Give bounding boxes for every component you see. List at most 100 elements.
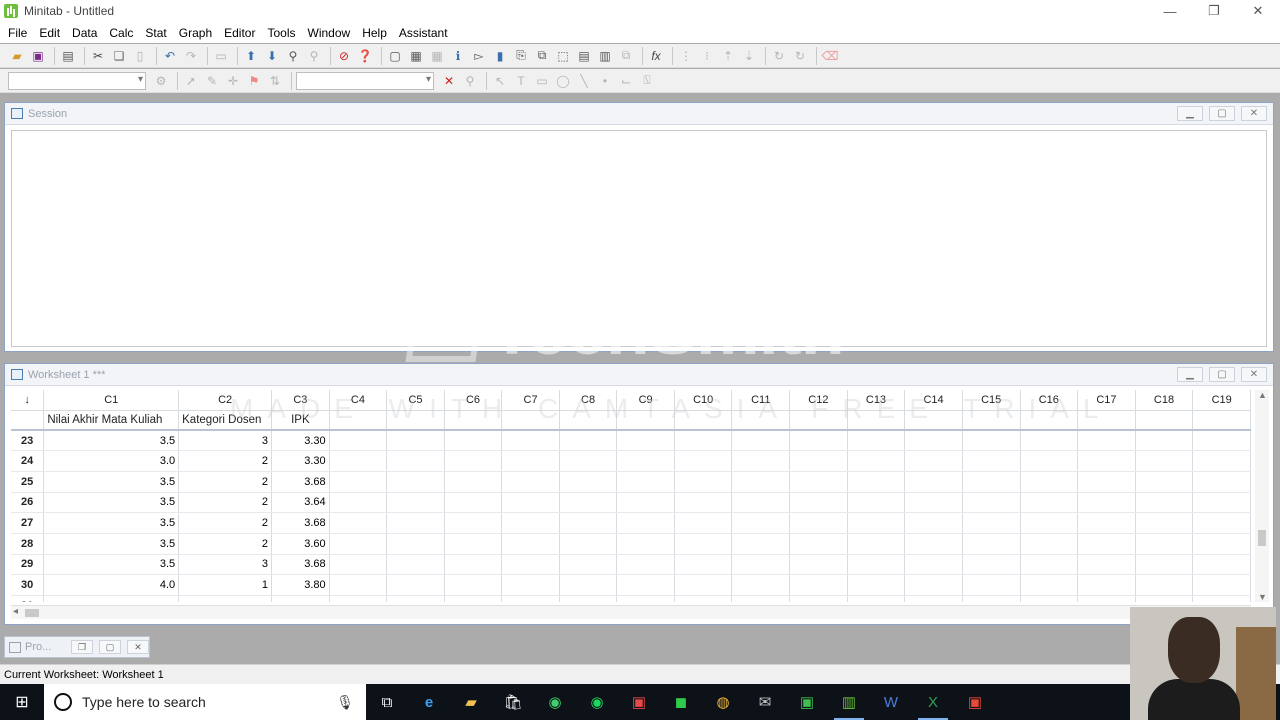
scroll-left-icon[interactable]: ◂: [13, 606, 18, 617]
row-number[interactable]: 25: [11, 471, 45, 493]
camtasia-icon[interactable]: ▣: [786, 684, 828, 720]
column-header[interactable]: C7: [501, 390, 560, 411]
worksheet-cell[interactable]: [329, 471, 388, 493]
menu-data[interactable]: Data: [72, 26, 97, 40]
column-name-cell[interactable]: [329, 410, 388, 431]
worksheet-cell[interactable]: [386, 430, 445, 452]
worksheet-cell[interactable]: [1192, 450, 1251, 472]
worksheet-cell[interactable]: [674, 492, 733, 514]
worksheet-cell[interactable]: [1020, 574, 1079, 596]
worksheet-cell[interactable]: [329, 554, 388, 576]
column-header[interactable]: C8: [559, 390, 618, 411]
worksheet-cell[interactable]: [559, 574, 618, 596]
worksheet-cell[interactable]: [962, 512, 1021, 534]
text-tool-icon[interactable]: T: [512, 72, 530, 90]
worksheet-cell[interactable]: [962, 471, 1021, 493]
worksheet-cell[interactable]: [1135, 554, 1194, 576]
row-number[interactable]: 23: [11, 430, 45, 452]
stat-app-icon[interactable]: ▣: [618, 684, 660, 720]
worksheet-cell[interactable]: [1192, 492, 1251, 514]
worksheet-cell[interactable]: 1: [178, 574, 273, 596]
menu-stat[interactable]: Stat: [145, 26, 166, 40]
worksheet-cell[interactable]: 3.5: [43, 430, 180, 452]
menu-calc[interactable]: Calc: [109, 26, 133, 40]
edit-element-icon[interactable]: ⚙: [152, 72, 170, 90]
worksheet-cell[interactable]: [386, 574, 445, 596]
worksheet-cell[interactable]: [904, 512, 963, 534]
worksheet-cell[interactable]: [386, 471, 445, 493]
worksheet-cell[interactable]: [674, 471, 733, 493]
worksheet-cell[interactable]: [501, 512, 560, 534]
worksheet-cell[interactable]: [501, 430, 560, 452]
worksheet-cell[interactable]: [789, 554, 848, 576]
column-name-cell[interactable]: [674, 410, 733, 431]
column-name-cell[interactable]: IPK: [271, 410, 330, 431]
worksheet-cell[interactable]: [674, 574, 733, 596]
session-output-area[interactable]: [11, 130, 1267, 347]
worksheet-cell[interactable]: [962, 595, 1021, 602]
camtasia-recorder-icon[interactable]: ▣: [954, 684, 996, 720]
worksheet-cell[interactable]: [1077, 554, 1136, 576]
worksheet-cell[interactable]: [674, 533, 733, 555]
column-name-cell[interactable]: [559, 410, 618, 431]
worksheet-cell[interactable]: [904, 492, 963, 514]
brush-tool-icon[interactable]: ✎: [203, 72, 221, 90]
worksheet-cell[interactable]: [674, 554, 733, 576]
replace-icon[interactable]: ⚲: [305, 47, 323, 65]
pointer-icon[interactable]: ↖: [491, 72, 509, 90]
worksheet-cell[interactable]: [789, 471, 848, 493]
menu-assistant[interactable]: Assistant: [399, 26, 448, 40]
worksheet-cell[interactable]: 3.64: [271, 492, 330, 514]
worksheet-cell[interactable]: [501, 450, 560, 472]
column-header[interactable]: C11: [731, 390, 791, 411]
worksheet-cell[interactable]: [444, 595, 503, 602]
vertical-scroll-thumb[interactable]: [1258, 530, 1266, 546]
row-number[interactable]: 26: [11, 492, 45, 514]
worksheet-cell[interactable]: [501, 471, 560, 493]
worksheet-cell[interactable]: [271, 595, 330, 602]
auto-update-icon[interactable]: ↻: [791, 47, 809, 65]
graph-element-select[interactable]: [8, 71, 146, 90]
worksheet-cell[interactable]: [501, 574, 560, 596]
column-name-cell[interactable]: [616, 410, 675, 431]
worksheet-cell[interactable]: [847, 430, 906, 452]
column-header[interactable]: C14: [904, 390, 963, 411]
column-header[interactable]: C4: [329, 390, 388, 411]
pm-restore-button[interactable]: ❐: [71, 640, 93, 654]
microsoft-store-icon[interactable]: 🛍: [492, 684, 534, 720]
redo-icon[interactable]: ↷: [182, 47, 200, 65]
worksheet-cell[interactable]: [731, 492, 791, 514]
worksheet-cell[interactable]: 2: [178, 450, 273, 472]
worksheet-cell[interactable]: [847, 533, 906, 555]
scroll-down-icon[interactable]: ▼: [1258, 592, 1267, 602]
worksheet-cell[interactable]: 3.30: [271, 430, 330, 452]
worksheet-cell[interactable]: [904, 471, 963, 493]
worksheet-cell[interactable]: [616, 574, 675, 596]
menu-tools[interactable]: Tools: [267, 26, 295, 40]
column-header[interactable]: C3: [271, 390, 330, 411]
menu-graph[interactable]: Graph: [179, 26, 212, 40]
row-number[interactable]: 28: [11, 533, 45, 555]
worksheet-cell[interactable]: [789, 430, 848, 452]
minitab-taskbar-icon[interactable]: ▥: [828, 684, 870, 720]
task-view-icon[interactable]: ⧉: [366, 684, 408, 720]
worksheet-cell[interactable]: [501, 533, 560, 555]
worksheet-cell[interactable]: 3.68: [271, 554, 330, 576]
column-header[interactable]: C2: [178, 390, 273, 411]
history-icon[interactable]: ▻: [470, 47, 488, 65]
move-down-icon[interactable]: ⬇: [263, 47, 281, 65]
column-header[interactable]: C18: [1135, 390, 1194, 411]
worksheet-cell[interactable]: [616, 512, 675, 534]
worksheet-cell[interactable]: 3.5: [43, 512, 180, 534]
project-manager-icon[interactable]: ▥: [596, 47, 614, 65]
worksheet-cell[interactable]: 2: [178, 512, 273, 534]
session-close-button[interactable]: ✕: [1241, 106, 1267, 121]
minimize-button[interactable]: —: [1148, 0, 1192, 22]
column-header[interactable]: C15: [962, 390, 1021, 411]
worksheet-cell[interactable]: [444, 450, 503, 472]
worksheet-cell[interactable]: [1192, 595, 1251, 602]
worksheet-cell[interactable]: [444, 574, 503, 596]
copy-icon[interactable]: ❏: [110, 47, 128, 65]
column-name-cell[interactable]: [731, 410, 791, 431]
worksheet-cell[interactable]: [559, 554, 618, 576]
